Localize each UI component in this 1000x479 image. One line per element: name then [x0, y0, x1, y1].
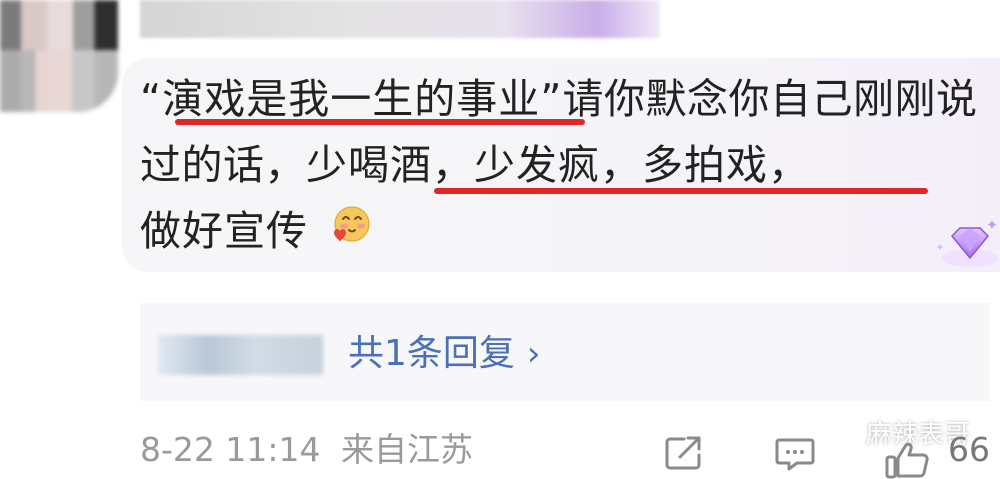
diamond-badge-icon [937, 220, 998, 267]
timestamp: 8-22 11:14 [140, 430, 321, 469]
username-blurred[interactable] [140, 0, 660, 38]
blushing-heart-emoji-icon [334, 206, 370, 242]
highlight-quote: 演戏是我一生的事业 [162, 75, 541, 123]
red-underline-2 [434, 188, 928, 194]
avatar[interactable] [0, 0, 118, 112]
view-replies-link[interactable]: 共1条回复 › [348, 330, 541, 378]
location: 来自江苏 [341, 430, 473, 469]
highlight-phrase: 少喝酒，少发疯，多拍戏， [306, 141, 810, 189]
comment-meta: 8-22 11:14 来自江苏 [140, 430, 473, 470]
share-icon[interactable] [664, 435, 704, 471]
like-count: 66 [948, 430, 990, 469]
comment-icon[interactable] [775, 437, 815, 471]
comment-text-end: 做好宣传 [140, 207, 308, 255]
chevron-right-icon: › [526, 334, 541, 374]
comment-card: “演戏是我一生的事业”请你默念你自己刚刚说过的话，少喝酒，少发疯，多拍戏， 做好宣… [0, 0, 1000, 479]
replier-name-blurred [158, 335, 323, 375]
wechat-icon [827, 423, 858, 447]
red-underline-1 [175, 119, 585, 125]
open-quote: “ [140, 75, 163, 123]
close-quote: ” [540, 75, 563, 123]
comment-text: “演戏是我一生的事业”请你默念你自己刚刚说过的话，少喝酒，少发疯，多拍戏， 做好宣… [140, 66, 980, 264]
thumbs-up-icon[interactable] [884, 441, 930, 479]
replies-count-label: 共1条回复 [348, 333, 515, 374]
